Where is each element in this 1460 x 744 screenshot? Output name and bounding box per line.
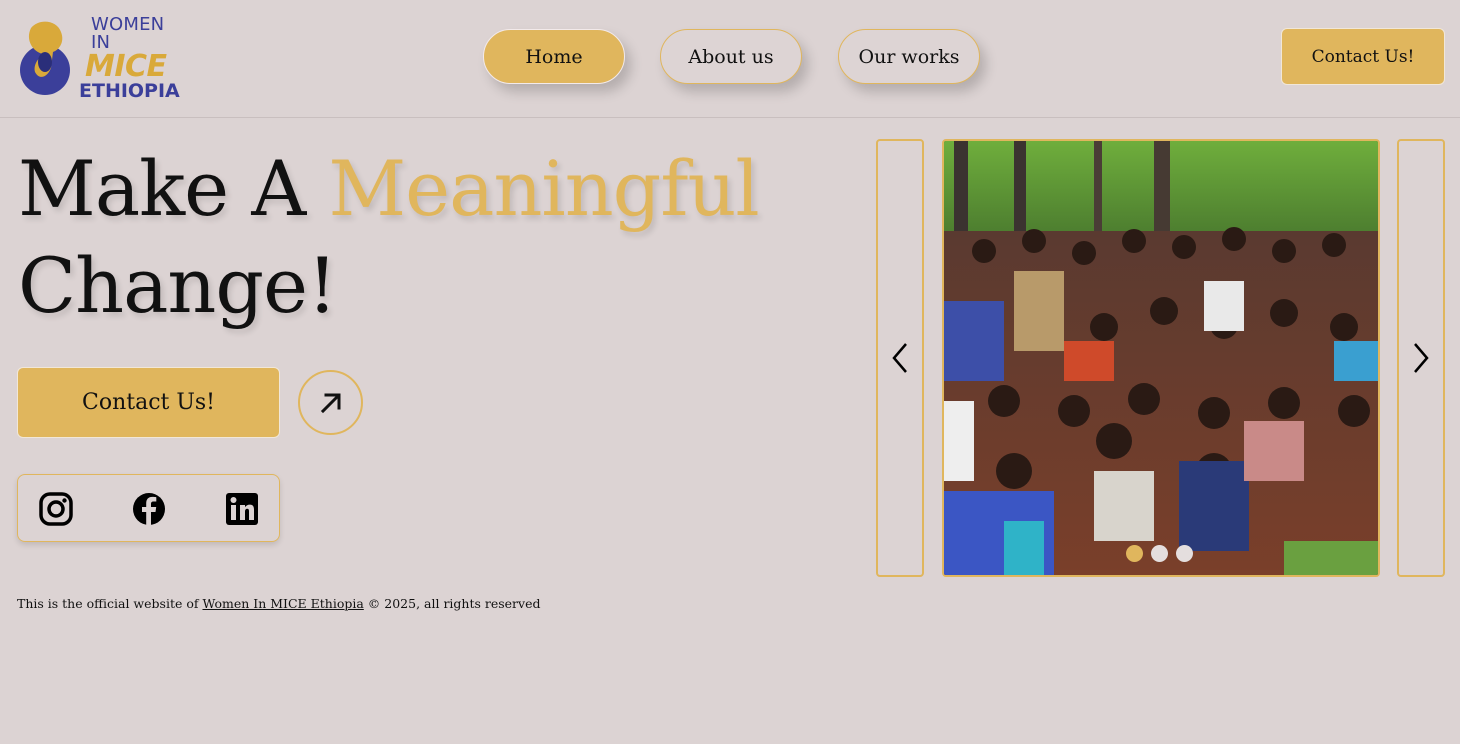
linkedin-icon[interactable] bbox=[224, 491, 260, 527]
instagram-icon[interactable] bbox=[38, 491, 74, 527]
nav-about-us[interactable]: About us bbox=[660, 29, 802, 84]
carousel-prev-button[interactable] bbox=[876, 139, 924, 577]
header-contact-button[interactable]: Contact Us! bbox=[1281, 28, 1445, 85]
carousel-next-button[interactable] bbox=[1397, 139, 1445, 577]
nav-our-works[interactable]: Our works bbox=[838, 29, 980, 84]
site-logo[interactable]: WOMEN IN MICE ETHIOPIA bbox=[17, 16, 187, 101]
hero-contact-button[interactable]: Contact Us! bbox=[17, 367, 280, 438]
hero-title-accent: Meaningful bbox=[328, 144, 759, 233]
site-header: WOMEN IN MICE ETHIOPIA Home About us Our… bbox=[0, 0, 1460, 118]
carousel-dot-3[interactable] bbox=[1176, 545, 1193, 562]
hero-title-part1: Make A bbox=[18, 144, 329, 233]
logo-emblem-icon bbox=[20, 21, 70, 95]
arrow-up-right-icon bbox=[320, 393, 340, 413]
logo-line-mice: MICE bbox=[85, 49, 167, 84]
social-links bbox=[17, 474, 280, 542]
footer-copyright: This is the official website of Women In… bbox=[17, 596, 541, 611]
logo-line-ethiopia: ETHIOPIA bbox=[79, 80, 180, 102]
logo-wordmark: WOMEN IN MICE ETHIOPIA bbox=[79, 16, 187, 101]
footer-suffix: © 2025, all rights reserved bbox=[363, 596, 541, 611]
hero-title: Make A Meaningful Change! bbox=[18, 140, 778, 334]
crowd-photo bbox=[944, 141, 1378, 575]
facebook-icon[interactable] bbox=[131, 491, 167, 527]
chevron-right-icon bbox=[1414, 343, 1429, 373]
nav-home[interactable]: Home bbox=[483, 29, 625, 84]
arrow-button[interactable] bbox=[298, 370, 363, 435]
logo-line-women-in: WOMEN IN bbox=[91, 14, 165, 53]
carousel-slide-image bbox=[942, 139, 1380, 577]
chevron-left-icon bbox=[892, 343, 907, 373]
hero-title-part2: Change! bbox=[18, 241, 338, 330]
footer-prefix: This is the official website of bbox=[17, 596, 203, 611]
footer-org-link[interactable]: Women In MICE Ethiopia bbox=[202, 596, 363, 611]
carousel-dot-2[interactable] bbox=[1151, 545, 1168, 562]
carousel-dot-1[interactable] bbox=[1126, 545, 1143, 562]
